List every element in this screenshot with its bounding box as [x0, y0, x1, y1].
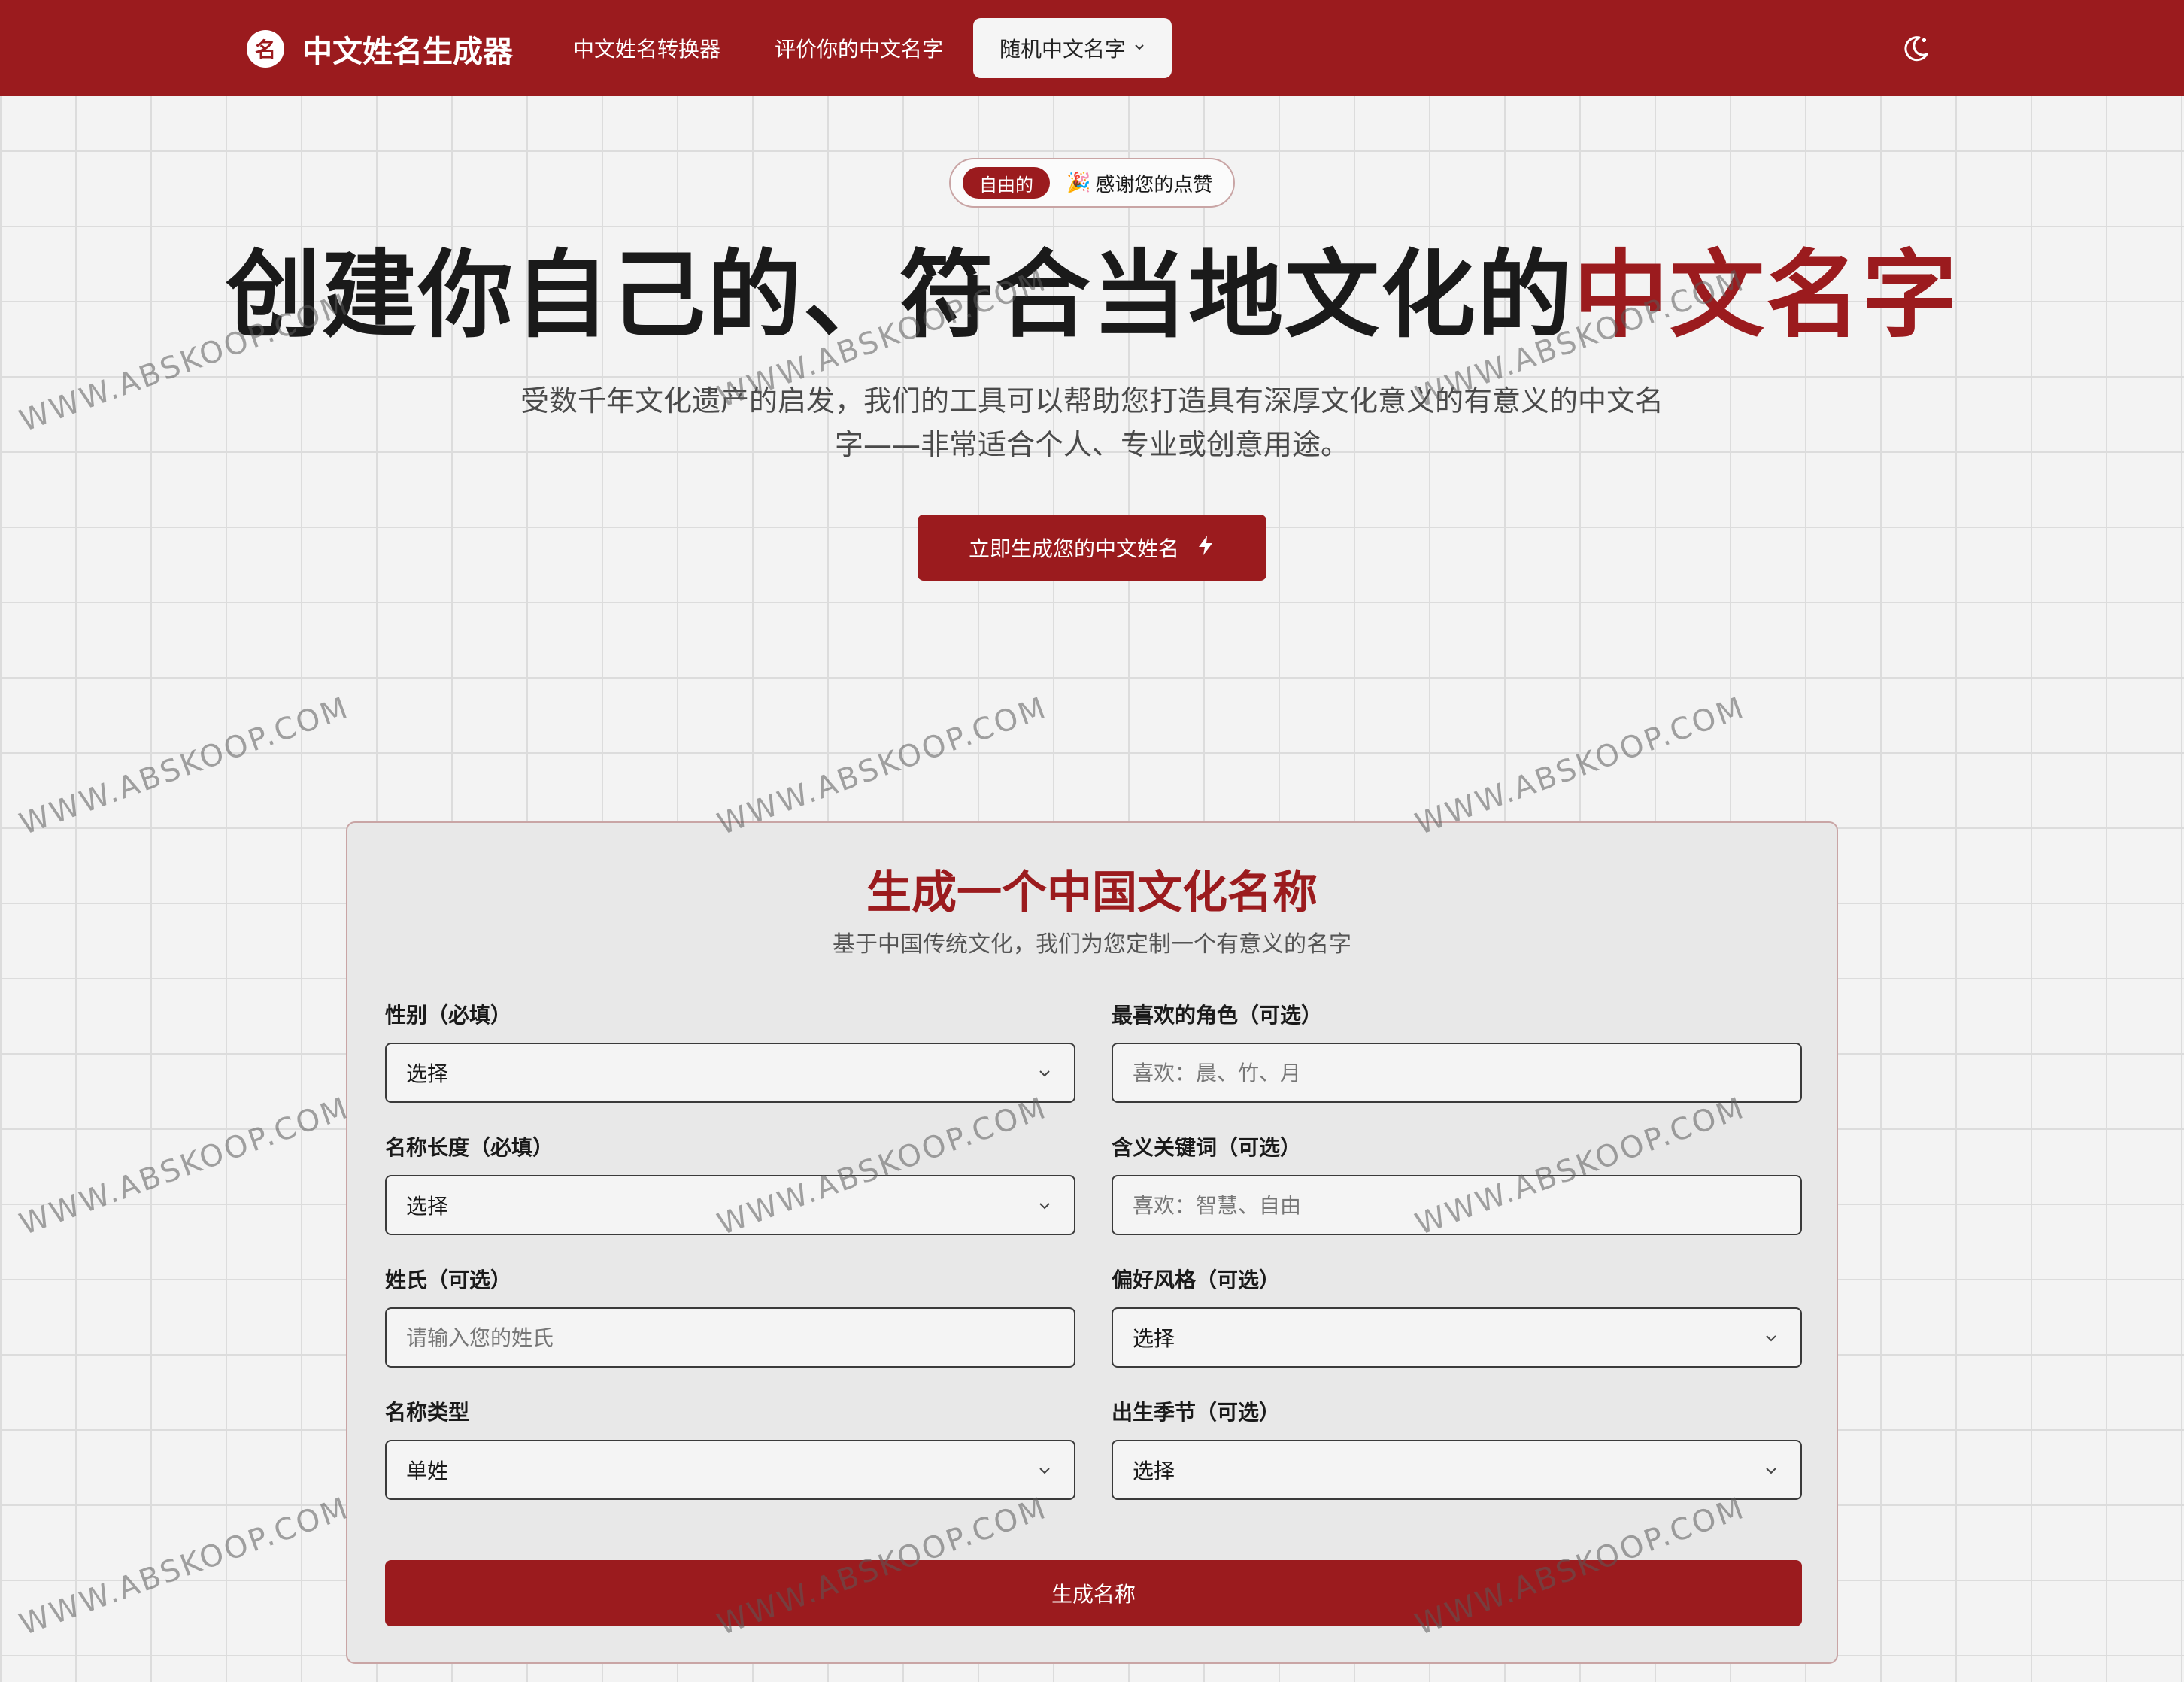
chevron-down-icon	[1039, 1203, 1050, 1210]
lightning-icon	[1196, 534, 1215, 562]
gender-select[interactable]: 选择	[385, 1043, 1075, 1103]
meaning-keywords-label: 含义关键词（可选）	[1112, 1135, 1302, 1160]
form-subtitle: 基于中国传统文化，我们为您定制一个有意义的名字	[833, 931, 1351, 958]
surname-input[interactable]	[385, 1307, 1075, 1368]
watermark: WWW.ABSKOOP.COM	[15, 1090, 354, 1243]
chevron-down-icon	[1766, 1468, 1776, 1474]
name-type-select-value: 单姓	[406, 1459, 449, 1483]
style-label: 偏好风格（可选）	[1112, 1268, 1281, 1292]
hero-badge: 自由的 🎉 感谢您的点赞	[949, 158, 1235, 208]
chevron-down-icon	[1039, 1468, 1050, 1474]
name-type-label: 名称类型	[385, 1400, 470, 1425]
style-select[interactable]: 选择	[1112, 1307, 1802, 1368]
cta-label: 立即生成您的中文姓名	[968, 536, 1179, 561]
moon-icon	[1904, 36, 1928, 62]
form-title: 生成一个中国文化名称	[866, 867, 1318, 919]
watermark: WWW.ABSKOOP.COM	[15, 690, 354, 843]
badge-text-label: 感谢您的点赞	[1095, 173, 1213, 196]
brand-name: 中文姓名生成器	[302, 35, 513, 69]
meaning-keywords-input[interactable]	[1112, 1175, 1802, 1235]
party-popper-icon: 🎉	[1066, 172, 1091, 194]
hero-title-main: 创建你自己的、符合当地文化的	[226, 240, 1573, 351]
nav-dropdown-random-name[interactable]: 随机中文名字	[973, 18, 1172, 78]
hero-subtitle: 受数千年文化遗产的启发，我们的工具可以帮助您打造具有深厚文化意义的有意义的中文名…	[520, 384, 1664, 461]
chevron-down-icon	[1133, 41, 1145, 56]
favorite-role-label: 最喜欢的角色（可选）	[1112, 1003, 1323, 1028]
favorite-role-input[interactable]	[1112, 1043, 1802, 1103]
brand[interactable]: 名 中文姓名生成器	[247, 27, 513, 71]
nav-link-rate-name[interactable]: 评价你的中文名字	[775, 33, 943, 63]
name-length-select-value: 选择	[406, 1194, 449, 1219]
birth-season-label: 出生季节（可选）	[1112, 1400, 1281, 1425]
generate-now-button[interactable]: 立即生成您的中文姓名	[918, 515, 1266, 581]
birth-season-select[interactable]: 选择	[1112, 1440, 1802, 1500]
name-type-select[interactable]: 单姓	[385, 1440, 1075, 1500]
chevron-down-icon	[1766, 1335, 1776, 1342]
gender-label: 性别（必填）	[385, 1003, 512, 1028]
badge-text: 🎉 感谢您的点赞	[1066, 169, 1212, 197]
hero-title-accent: 中文名字	[1573, 240, 1958, 351]
top-navbar: 名 中文姓名生成器 中文姓名转换器 评价你的中文名字 随机中文名字	[0, 0, 2184, 96]
nav-dropdown-label: 随机中文名字	[999, 37, 1126, 62]
surname-label: 姓氏（可选）	[385, 1268, 512, 1292]
nav-link-name-converter[interactable]: 中文姓名转换器	[573, 33, 720, 63]
watermark: WWW.ABSKOOP.COM	[713, 690, 1052, 843]
name-generator-form: 生成一个中国文化名称 基于中国传统文化，我们为您定制一个有意义的名字 性别（必填…	[346, 821, 1838, 1664]
chevron-down-icon	[1039, 1070, 1050, 1077]
style-select-value: 选择	[1133, 1326, 1175, 1351]
birth-season-select-value: 选择	[1133, 1459, 1175, 1483]
generate-name-button[interactable]: 生成名称	[385, 1560, 1802, 1626]
gender-select-value: 选择	[406, 1061, 449, 1086]
name-length-select[interactable]: 选择	[385, 1175, 1075, 1235]
watermark: WWW.ABSKOOP.COM	[1411, 690, 1750, 843]
badge-pill: 自由的	[963, 167, 1050, 199]
dark-mode-toggle[interactable]	[1898, 30, 1934, 66]
watermark: WWW.ABSKOOP.COM	[15, 1490, 354, 1643]
logo-icon: 名	[247, 30, 284, 68]
name-length-label: 名称长度（必填）	[385, 1135, 554, 1160]
hero-title: 创建你自己的、符合当地文化的中文名字	[0, 239, 2184, 352]
